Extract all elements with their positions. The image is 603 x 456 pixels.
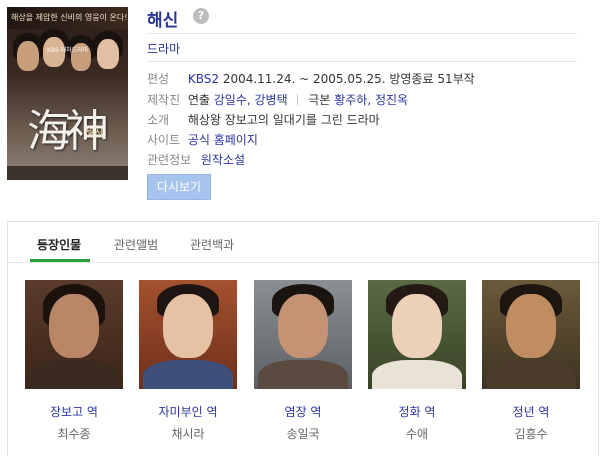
related-panel: 등장인물 관련앨범 관련백과 장보고 역 최수종 자미부인 역 채시라 염장 역…: [7, 221, 599, 456]
original-novel-link[interactable]: 원작소설: [201, 153, 245, 167]
tab-albums[interactable]: 관련앨범: [114, 236, 158, 253]
poster-image[interactable]: 해상을 제압한 신비의 영웅이 온다! KBS 대하드라마 海神 해신: [7, 7, 128, 180]
site-label: 사이트: [147, 133, 181, 147]
cast-photo[interactable]: [368, 280, 466, 389]
cast-card[interactable]: 자미부인 역 채시라: [139, 280, 237, 442]
director-prefix: 연출: [187, 93, 210, 107]
related-row: 관련정보 원작소설: [147, 151, 245, 168]
writer-links[interactable]: 황주하, 정진옥: [334, 93, 408, 107]
production-label: 제작진: [147, 93, 181, 107]
broadcast-label: 편성: [147, 72, 170, 86]
cast-role-link[interactable]: 자미부인 역: [158, 405, 217, 419]
channel-link[interactable]: KBS2: [188, 72, 219, 86]
intro-label: 소개: [147, 113, 170, 127]
cast-photo[interactable]: [139, 280, 237, 389]
cast-card[interactable]: 염장 역 송일국: [254, 280, 352, 442]
cast-card[interactable]: 정화 역 수애: [368, 280, 466, 442]
tab-encyclopedia[interactable]: 관련백과: [190, 236, 234, 253]
tab-cast[interactable]: 등장인물: [37, 236, 81, 253]
cast-photo[interactable]: [25, 280, 123, 389]
director-links[interactable]: 강일수, 강병택: [214, 93, 288, 107]
cast-actor: 수애: [405, 427, 429, 441]
cast-role-link[interactable]: 장보고 역: [50, 405, 98, 419]
cast-photo[interactable]: [482, 280, 580, 389]
active-tab-indicator: [30, 259, 90, 262]
site-row: 사이트 공식 홈페이지: [147, 131, 258, 148]
separator: [297, 94, 299, 105]
poster-faces: [7, 29, 128, 99]
intro-text: 해상왕 장보고의 일대기를 그린 드라마: [187, 113, 380, 127]
cast-actor: 김흥수: [514, 427, 548, 441]
broadcast-dates: 2004.11.24. ~ 2005.05.25. 방영종료 51부작: [222, 72, 475, 86]
cast-card[interactable]: 장보고 역 최수종: [25, 280, 123, 442]
cast-card[interactable]: 정년 역 김흥수: [482, 280, 580, 442]
show-title[interactable]: 해신: [147, 6, 178, 31]
intro-row: 소개 해상왕 장보고의 일대기를 그린 드라마: [147, 111, 380, 128]
divider: [147, 61, 577, 62]
divider: [147, 33, 577, 34]
official-site-link[interactable]: 공식 홈페이지: [188, 133, 258, 147]
help-icon[interactable]: ?: [193, 8, 209, 24]
poster-tagline: 해상을 제압한 신비의 영웅이 온다!: [11, 13, 128, 22]
related-label: 관련정보: [147, 153, 192, 167]
cast-role-link[interactable]: 염장 역: [285, 405, 322, 419]
genre-link[interactable]: 드라마: [147, 40, 180, 57]
tab-bar: 등장인물 관련앨범 관련백과: [8, 222, 598, 263]
production-row: 제작진 연출 강일수, 강병택 극본 황주하, 정진옥: [147, 91, 408, 108]
broadcast-row: 편성 KBS2 2004.11.24. ~ 2005.05.25. 방영종료 5…: [147, 70, 475, 87]
writer-prefix: 극본: [308, 93, 331, 107]
cast-role-link[interactable]: 정년 역: [513, 405, 550, 419]
cast-actor: 최수종: [57, 427, 91, 441]
poster-small-text: KBS 대하드라마: [47, 47, 89, 54]
cast-photo[interactable]: [254, 280, 352, 389]
cast-actor: 채시라: [171, 427, 205, 441]
cast-actor: 송일국: [286, 427, 320, 441]
rewatch-button[interactable]: 다시보기: [147, 174, 211, 200]
cast-role-link[interactable]: 정화 역: [399, 405, 436, 419]
poster-subtitle: 해신: [85, 129, 104, 140]
poster-bottom-band: [7, 166, 128, 180]
